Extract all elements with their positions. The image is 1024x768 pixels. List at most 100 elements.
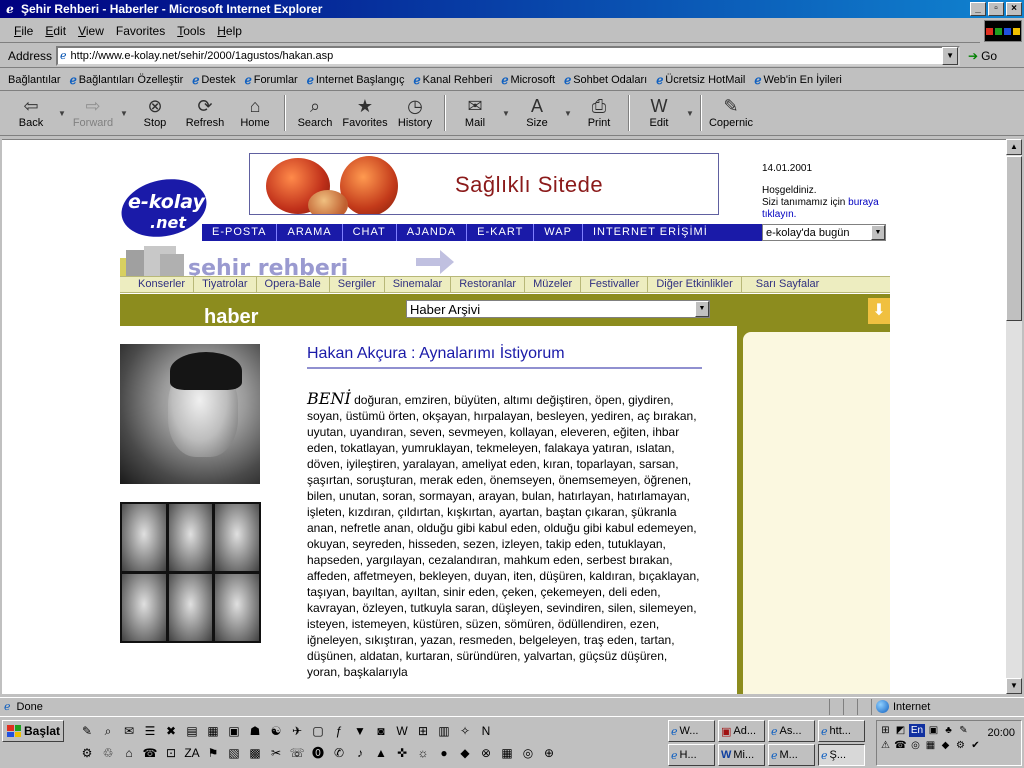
size-button[interactable]: A Size (512, 95, 562, 129)
quick-launch-icon[interactable]: ✧ (456, 722, 474, 740)
chevron-down-icon[interactable]: ▼ (562, 95, 574, 118)
tray-icon[interactable]: ◆ (939, 739, 952, 752)
quick-launch-icon[interactable]: ✜ (393, 744, 411, 762)
quick-launch-icon[interactable]: ✉ (120, 722, 138, 740)
nav-ajanda[interactable]: AJANDA (397, 224, 468, 241)
nav-wap[interactable]: WAP (534, 224, 583, 241)
tray-icon[interactable]: ✔ (969, 739, 982, 752)
quick-launch-icon[interactable]: ⊡ (162, 744, 180, 762)
cat-festivaller[interactable]: Festivaller (581, 277, 649, 292)
language-indicator[interactable]: En (909, 724, 925, 737)
quick-launch-icon[interactable]: W (393, 722, 411, 740)
quick-launch-icon[interactable]: ✂ (267, 744, 285, 762)
edit-button[interactable]: W Edit (634, 95, 684, 129)
home-button[interactable]: ⌂ Home (230, 95, 280, 129)
quick-launch-icon[interactable]: ⚙ (78, 744, 96, 762)
quick-launch-icon[interactable]: ☗ (246, 722, 264, 740)
search-button[interactable]: ⌕ Search (290, 95, 340, 129)
ad-banner[interactable]: Sağlıklı Sitede (249, 153, 719, 215)
quick-launch-icon[interactable]: ◙ (372, 722, 390, 740)
tray-icon[interactable]: ☎ (894, 739, 907, 752)
cat-tiyatrolar[interactable]: Tiyatrolar (194, 277, 257, 292)
quick-launch-icon[interactable]: ◎ (519, 744, 537, 762)
favorites-button[interactable]: ★ Favorites (340, 95, 390, 129)
nav-arama[interactable]: ARAMA (277, 224, 343, 241)
quick-launch-icon[interactable]: ✆ (330, 744, 348, 762)
tray-icon[interactable]: ⚙ (954, 739, 967, 752)
e-kolay-logo[interactable]: e-kolay .net (120, 178, 210, 240)
restore-button[interactable]: ▫ (988, 2, 1004, 16)
quick-launch-icon[interactable]: ♲ (99, 744, 117, 762)
link-item[interactable]: ℯ Forumlar (245, 73, 298, 87)
tray-icon[interactable]: ⊞ (879, 724, 892, 737)
link-item[interactable]: ℯ Microsoft (501, 73, 555, 87)
quick-launch-icon[interactable]: ▤ (183, 722, 201, 740)
nav-eposta[interactable]: E-POSTA (202, 224, 278, 241)
history-button[interactable]: ◷ History (390, 95, 440, 129)
quick-launch-icon[interactable]: ⊞ (414, 722, 432, 740)
quick-launch-icon[interactable]: ƒ (330, 722, 348, 740)
today-select[interactable]: e-kolay'da bugün ▼ (762, 224, 886, 241)
task-button[interactable]: ℯ As... (768, 720, 815, 742)
menu-help[interactable]: Help (211, 24, 248, 38)
quick-launch-icon[interactable]: ⊕ (540, 744, 558, 762)
title-bar[interactable]: ℯ Şehir Rehberi - Haberler - Microsoft I… (0, 0, 1024, 18)
tray-icon[interactable]: ◩ (894, 724, 907, 737)
address-dropdown-button[interactable]: ▼ (942, 46, 959, 65)
back-button[interactable]: ⇦ Back (6, 95, 56, 129)
quick-launch-icon[interactable]: ♪ (351, 744, 369, 762)
print-button[interactable]: ⎙ Print (574, 95, 624, 129)
arrow-down-icon[interactable]: ⬇ (868, 298, 890, 324)
quick-launch-icon[interactable]: ☎ (141, 744, 159, 762)
task-button[interactable]: ℯ htt... (818, 720, 865, 742)
quick-launch-icon[interactable]: ✎ (78, 722, 96, 740)
quick-launch-icon[interactable]: ⊗ (477, 744, 495, 762)
nav-ekart[interactable]: E-KART (467, 224, 535, 241)
cat-muzeler[interactable]: Müzeler (525, 277, 582, 292)
chevron-down-icon[interactable]: ▼ (56, 95, 68, 118)
task-button[interactable]: W Mi... (718, 744, 765, 766)
archive-select[interactable]: Haber Arşivi ▼ (406, 300, 710, 318)
menu-view[interactable]: View (72, 24, 110, 38)
quick-launch-icon[interactable]: ▦ (498, 744, 516, 762)
quick-launch-icon[interactable]: ☼ (414, 744, 432, 762)
cat-sinemalar[interactable]: Sinemalar (385, 277, 452, 292)
quick-launch-icon[interactable]: ▦ (204, 722, 222, 740)
menu-edit[interactable]: Edit (39, 24, 72, 38)
task-button[interactable]: ℯ H... (668, 744, 715, 766)
quick-launch-icon[interactable]: ZA (183, 744, 201, 762)
quick-launch-icon[interactable]: N (477, 722, 495, 740)
tray-icon[interactable]: ♣ (942, 724, 955, 737)
quick-launch-icon[interactable]: ▲ (372, 744, 390, 762)
quick-launch-icon[interactable]: ✈ (288, 722, 306, 740)
cat-sari-sayfalar[interactable]: Sarı Sayfalar (742, 277, 828, 292)
start-button[interactable]: Başlat (2, 720, 64, 742)
clock[interactable]: 20:00 (987, 727, 1015, 739)
stop-button[interactable]: ⊗ Stop (130, 95, 180, 129)
quick-launch-icon[interactable]: ▧ (225, 744, 243, 762)
quick-launch-icon[interactable]: ▣ (225, 722, 243, 740)
link-item[interactable]: ℯ Sohbet Odaları (564, 73, 647, 87)
links-label[interactable]: Bağlantılar (8, 74, 61, 86)
mail-button[interactable]: ✉ Mail (450, 95, 500, 129)
menu-tools[interactable]: Tools (171, 24, 211, 38)
cat-konserler[interactable]: Konserler (120, 277, 195, 292)
quick-launch-icon[interactable]: ▩ (246, 744, 264, 762)
link-item[interactable]: ℯ Internet Başlangıç (307, 73, 405, 87)
link-item[interactable]: ℯ Web'in En İyileri (754, 73, 841, 87)
forward-button[interactable]: ⇨ Forward (68, 95, 118, 129)
link-item[interactable]: ℯ Kanal Rehberi (414, 73, 493, 87)
tray-icon[interactable]: ▣ (927, 724, 940, 737)
task-button-active[interactable]: ℯ Ş... (818, 744, 865, 766)
cat-restoranlar[interactable]: Restoranlar (451, 277, 526, 292)
link-item[interactable]: ℯ Ücretsiz HotMail (656, 73, 745, 87)
scroll-up-button[interactable]: ▲ (1006, 139, 1022, 155)
quick-launch-icon[interactable]: ▥ (435, 722, 453, 740)
quick-launch-icon[interactable]: ☰ (141, 722, 159, 740)
tray-icon[interactable]: ▦ (924, 739, 937, 752)
scroll-thumb[interactable] (1006, 156, 1022, 321)
task-button[interactable]: ▣ Ad... (718, 720, 765, 742)
quick-launch-icon[interactable]: ⓿ (309, 744, 327, 762)
go-button[interactable]: ➔ Go (968, 49, 997, 63)
quick-launch-icon[interactable]: ☏ (288, 744, 306, 762)
